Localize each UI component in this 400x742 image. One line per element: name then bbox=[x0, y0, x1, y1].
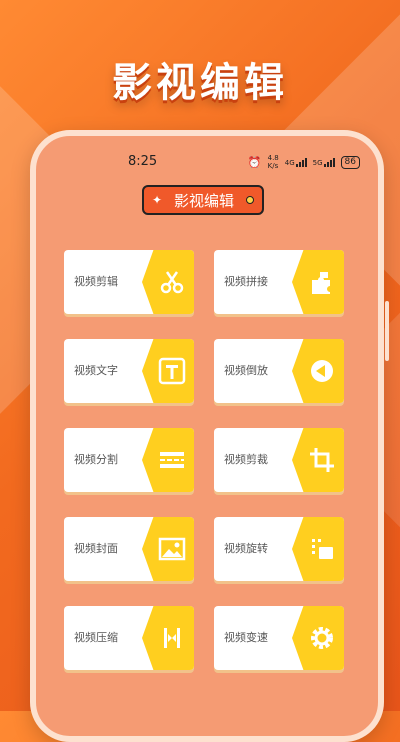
tool-label: 视频旋转 bbox=[224, 542, 268, 555]
rewind-icon bbox=[306, 355, 338, 387]
rotate-icon bbox=[306, 533, 338, 565]
text-icon bbox=[156, 355, 188, 387]
tool-icon-tab bbox=[292, 428, 344, 492]
crop-icon bbox=[306, 444, 338, 476]
alarm-icon: ⏰ bbox=[247, 155, 262, 169]
tool-card-video-cut[interactable]: 视频剪辑 bbox=[64, 250, 194, 314]
status-icons: ⏰ 4.8 K/s 4G 5G 86 bbox=[248, 154, 360, 170]
tool-label: 视频分割 bbox=[74, 453, 118, 466]
tool-card-video-cover[interactable]: 视频封面 bbox=[64, 517, 194, 581]
sparkle-icon: ✦ bbox=[152, 193, 163, 207]
tool-label: 视频倒放 bbox=[224, 364, 268, 377]
phone-side-button bbox=[385, 301, 389, 361]
tool-card-video-reverse[interactable]: 视频倒放 bbox=[214, 339, 344, 403]
tool-card-video-speed[interactable]: 视频变速 bbox=[214, 606, 344, 670]
tool-label: 视频压缩 bbox=[74, 631, 118, 644]
net-speed-value: 4.8 bbox=[267, 154, 279, 162]
signal-4g-icon: 4G bbox=[284, 157, 307, 167]
status-time: 8:25 bbox=[128, 154, 158, 169]
tool-icon-tab bbox=[292, 606, 344, 670]
app-title: 影视编辑 bbox=[174, 191, 235, 210]
app-title-badge: ✦ 影视编辑 bbox=[142, 185, 264, 215]
gear-icon bbox=[306, 622, 338, 654]
tool-label: 视频变速 bbox=[224, 631, 268, 644]
net-type-label: 5G bbox=[312, 158, 323, 167]
tool-icon-tab bbox=[142, 606, 194, 670]
tool-card-video-text[interactable]: 视频文字 bbox=[64, 339, 194, 403]
dot-icon bbox=[245, 196, 254, 204]
tool-label: 视频剪辑 bbox=[74, 275, 118, 288]
tool-icon-tab bbox=[142, 428, 194, 492]
tool-card-video-rotate[interactable]: 视频旋转 bbox=[214, 517, 344, 581]
net-type-label: 4G bbox=[284, 158, 295, 167]
battery-indicator: 86 bbox=[340, 155, 360, 169]
status-bar: 8:25 ⏰ 4.8 K/s 4G 5G 86 bbox=[36, 154, 378, 172]
tool-icon-tab bbox=[292, 339, 344, 403]
compress-icon bbox=[156, 622, 188, 654]
tool-card-video-compress[interactable]: 视频压缩 bbox=[64, 606, 194, 670]
tool-label: 视频拼接 bbox=[224, 275, 268, 288]
puzzle-icon bbox=[306, 266, 338, 298]
tool-label: 视频封面 bbox=[74, 542, 118, 555]
hero-title: 影视编辑 bbox=[112, 60, 288, 106]
phone-frame: 8:25 ⏰ 4.8 K/s 4G 5G 86 ✦ 影视编辑 视频剪辑 视频拼接… bbox=[30, 130, 389, 742]
tool-card-video-crop[interactable]: 视频剪裁 bbox=[214, 428, 344, 492]
tool-icon-tab bbox=[292, 250, 344, 314]
tool-icon-tab bbox=[142, 517, 194, 581]
net-speed-unit: K/s bbox=[267, 162, 279, 170]
tool-card-video-join[interactable]: 视频拼接 bbox=[214, 250, 344, 314]
net-speed: 4.8 K/s bbox=[268, 154, 279, 170]
tool-card-video-split[interactable]: 视频分割 bbox=[64, 428, 194, 492]
split-icon bbox=[156, 444, 188, 476]
tool-label: 视频文字 bbox=[74, 364, 118, 377]
image-icon bbox=[156, 533, 188, 565]
scissors-icon bbox=[156, 266, 188, 298]
tool-icon-tab bbox=[142, 339, 194, 403]
signal-5g-icon: 5G bbox=[312, 157, 335, 167]
tool-icon-tab bbox=[292, 517, 344, 581]
tool-icon-tab bbox=[142, 250, 194, 314]
tool-label: 视频剪裁 bbox=[224, 453, 268, 466]
